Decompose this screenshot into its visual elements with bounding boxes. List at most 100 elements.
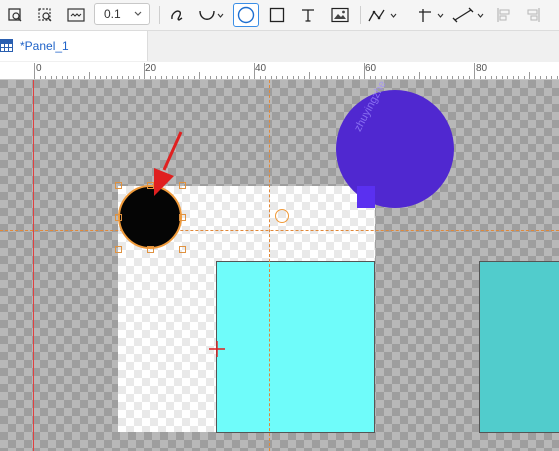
ruler-label: 20 xyxy=(145,63,157,74)
ruler-tick xyxy=(529,72,530,79)
ruler-tick xyxy=(331,76,332,79)
ruler-tick xyxy=(160,76,162,79)
ruler-tick xyxy=(435,76,437,79)
orange-guide-horizontal xyxy=(0,230,559,231)
ruler-tick xyxy=(270,76,272,79)
measure-button[interactable] xyxy=(452,3,486,27)
rectangle-button[interactable] xyxy=(266,3,288,27)
align-right-icon xyxy=(527,8,540,22)
ruler-tick xyxy=(34,63,35,79)
ruler-tick xyxy=(105,76,107,79)
ruler-tick xyxy=(353,76,354,79)
ruler-tick xyxy=(490,76,492,79)
ruler-tick xyxy=(523,76,525,79)
ruler-tick xyxy=(364,63,365,79)
ruler-tick xyxy=(496,76,497,79)
ruler-tick xyxy=(122,76,123,79)
ruler-tick xyxy=(215,76,217,79)
ruler-tick xyxy=(320,76,321,79)
resize-handle-nw[interactable] xyxy=(115,182,122,189)
zoom-area-button[interactable] xyxy=(4,3,26,27)
tab-label: *Panel_1 xyxy=(20,39,69,53)
resize-handle-s[interactable] xyxy=(147,246,154,253)
resize-handle-w[interactable] xyxy=(115,214,122,221)
ruler-tick xyxy=(133,76,134,79)
design-canvas[interactable]: zhuyingzhe xyxy=(0,80,559,451)
ruler-tick xyxy=(309,72,310,79)
ruler-tick xyxy=(155,76,156,79)
zoom-select[interactable]: 0.1 xyxy=(94,3,150,25)
toolbar: 0.1 xyxy=(0,0,559,31)
resize-handle-sw[interactable] xyxy=(115,246,122,253)
ellipse-button[interactable] xyxy=(233,3,259,27)
ruler-tick xyxy=(474,63,475,79)
red-guide-line[interactable] xyxy=(33,80,34,451)
ruler-tick xyxy=(50,76,52,79)
rectangle-icon xyxy=(269,7,285,23)
align-right-button[interactable] xyxy=(523,3,543,27)
ruler-tick xyxy=(67,76,68,79)
ruler-tick xyxy=(265,76,266,79)
ruler-tick xyxy=(226,76,228,79)
arc-button[interactable] xyxy=(196,3,226,27)
ruler-tick xyxy=(540,76,541,79)
tab-bar: *Panel_1 xyxy=(0,31,559,61)
chevron-down-icon xyxy=(134,11,142,16)
zoom-area-icon xyxy=(8,8,22,22)
text-button[interactable] xyxy=(297,3,319,27)
cyan-rect-shape[interactable] xyxy=(216,261,375,433)
ruler-label: 0 xyxy=(36,63,42,74)
ruler-tick xyxy=(39,76,41,79)
ruler-tick xyxy=(518,76,519,79)
ruler-tick xyxy=(545,76,547,79)
teal-rect-shape[interactable] xyxy=(479,261,559,433)
ruler-tick xyxy=(501,76,503,79)
ruler-tick xyxy=(380,76,382,79)
ruler-tick xyxy=(248,76,250,79)
resize-handle-se[interactable] xyxy=(179,246,186,253)
ruler-tick xyxy=(391,76,393,79)
ruler-tick xyxy=(325,76,327,79)
purple-circle-shape[interactable] xyxy=(336,90,454,208)
ruler-tick xyxy=(199,72,200,79)
ruler-tick xyxy=(94,76,96,79)
ruler-tick xyxy=(210,76,211,79)
crosshair-cursor-icon xyxy=(209,341,225,357)
fit-width-button[interactable] xyxy=(64,3,88,27)
purple-rect-shape[interactable] xyxy=(357,186,375,208)
guide-line-button[interactable] xyxy=(417,3,447,27)
ruler-tick xyxy=(243,76,244,79)
ruler-tick xyxy=(452,76,453,79)
rotation-center-marker[interactable] xyxy=(275,209,289,223)
ruler-tick xyxy=(303,76,305,79)
ruler-tick xyxy=(138,76,140,79)
ruler-tick xyxy=(457,76,459,79)
tab-title: Panel_1 xyxy=(24,39,69,53)
ellipse-icon xyxy=(237,6,255,24)
image-button[interactable] xyxy=(328,3,352,27)
ruler-tick xyxy=(166,76,167,79)
grid-table-icon xyxy=(0,39,13,52)
ruler-tick xyxy=(556,76,558,79)
ruler-tick xyxy=(116,76,118,79)
ruler-tick xyxy=(171,76,173,79)
horizontal-ruler: 0 20 40 60 80 xyxy=(0,62,559,80)
freehand-pen-icon xyxy=(171,10,183,21)
ruler-tick xyxy=(485,76,486,79)
align-left-button[interactable] xyxy=(494,3,514,27)
ruler-tick xyxy=(204,76,206,79)
polyline-button[interactable] xyxy=(366,3,400,27)
ruler-tick xyxy=(512,76,514,79)
ruler-tick xyxy=(177,76,178,79)
measure-icon xyxy=(452,7,484,23)
ruler-tick xyxy=(375,76,376,79)
ruler-tick xyxy=(144,63,145,79)
freehand-pen-button[interactable] xyxy=(166,3,188,27)
ruler-tick xyxy=(127,76,129,79)
resize-handle-e[interactable] xyxy=(179,214,186,221)
ruler-tick xyxy=(551,76,552,79)
ruler-tick xyxy=(221,76,222,79)
zoom-selection-button[interactable] xyxy=(34,3,56,27)
tab-panel-1[interactable]: *Panel_1 xyxy=(0,31,148,61)
ruler-tick xyxy=(232,76,233,79)
